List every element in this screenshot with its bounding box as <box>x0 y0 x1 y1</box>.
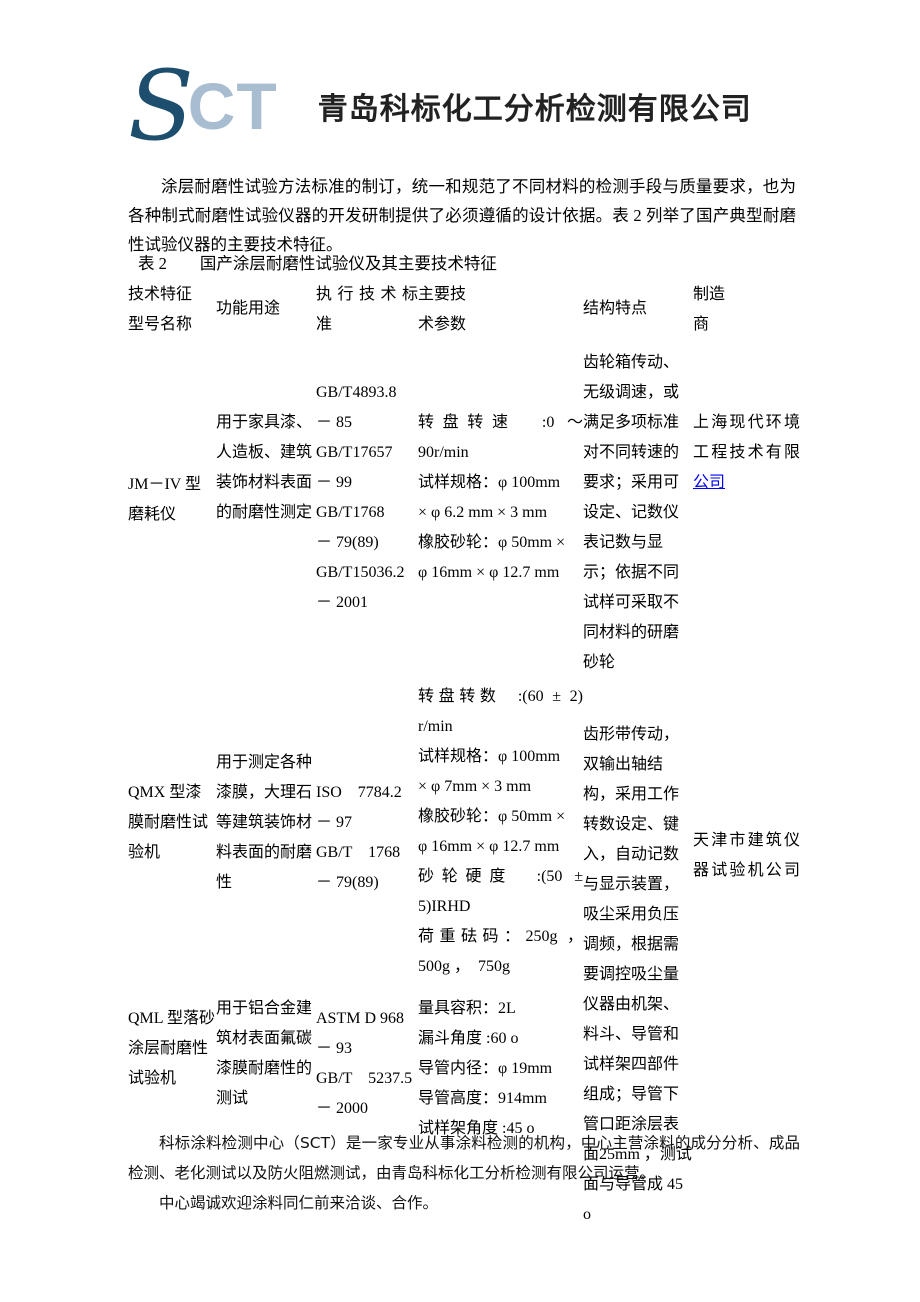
header-cell-params: 主要技 术参数 <box>418 280 583 340</box>
header-cell-feature: 技术特征 型号名称 <box>128 280 216 340</box>
standard-line: － 79(89) <box>316 534 379 551</box>
standard-line: － 79(89) <box>316 874 379 891</box>
model-name-3: QML 型落砂涂层耐磨性试验机 <box>128 1010 215 1087</box>
param-line: φ 16mm × φ 12.7 mm <box>418 564 560 581</box>
standard-line: GB/T15036.2 <box>316 564 405 581</box>
manufacturer-link-1[interactable]: 公司 <box>693 474 725 491</box>
manufacturer-text-2: 天津市建筑仪器试验机公司 <box>693 832 800 879</box>
company-logo-header: SCT 青岛科标化工分析检测有限公司 <box>128 52 800 160</box>
standard-line: GB/T 5237.5 <box>316 1070 413 1087</box>
header-feature-line1: 技术特征 <box>128 286 193 303</box>
table-row: QMX 型漆膜耐磨性试验机 用于测定各种漆膜，大理石等建筑装饰材料表面的耐磨性 … <box>128 678 800 990</box>
structure-text-2: 齿形带传动，双输出轴结构，采用工作转数设定、键入，自动记数与显示装置，吸尘采用负… <box>583 726 680 983</box>
standard-line: － 99 <box>316 474 353 491</box>
header-cell-usage: 功能用途 <box>216 280 316 340</box>
spec-table-wrapper: 技术特征 型号名称 功能用途 执行技术标 准 主要技 术参数 结构特点 制造 商… <box>128 280 800 1230</box>
intro-paragraph: 涂层耐磨性试验方法标准的制订，统一和规范了不同材料的检测手段与质量要求，也为各种… <box>128 177 796 254</box>
cell-params: 转盘转数 :(60 ± 2) r/min 试样规格：φ 100mm × φ 7m… <box>418 678 583 990</box>
table-header-row: 技术特征 型号名称 功能用途 执行技术标 准 主要技 术参数 结构特点 制造 商 <box>128 280 800 340</box>
cell-standards: GB/T4893.8 － 85 GB/T17657 － 99 GB/T1768 … <box>316 340 418 678</box>
param-line: 5)IRHD <box>418 898 471 915</box>
standard-line: GB/T4893.8 <box>316 384 397 401</box>
structure-text-1: 齿轮箱传动、无级调速，或满足多项标准对不同转速的要求；采用可设定、记数仪表记数与… <box>583 354 680 671</box>
param-line: 90r/min <box>418 444 469 461</box>
cell-params: 转盘转速 :0 ～ 90r/min 试样规格：φ 100mm × φ 6.2 m… <box>418 340 583 678</box>
param-line: 荷重砝码：250g ， <box>418 928 583 945</box>
logo-letter-s: S <box>128 50 194 162</box>
header-usage-label: 功能用途 <box>216 300 281 317</box>
cell-manufacturer: 天津市建筑仪器试验机公司 <box>693 678 800 990</box>
cell-structure: 齿轮箱传动、无级调速，或满足多项标准对不同转速的要求；采用可设定、记数仪表记数与… <box>583 340 693 678</box>
param-line: 砂轮硬度 :(50 ± <box>418 868 583 885</box>
header-cell-standard: 执行技术标 准 <box>316 280 418 340</box>
header-manufacturer-line1: 制造 <box>693 286 726 303</box>
param-line: 转盘转速 :0 ～ <box>418 414 583 431</box>
standard-line: GB/T17657 <box>316 444 393 461</box>
standard-line: GB/T 1768 <box>316 844 401 861</box>
param-line: 转盘转数 :(60 ± 2) <box>418 688 583 705</box>
usage-text-3: 用于铝合金建筑材表面氟碳漆膜耐磨性的测试 <box>216 1000 313 1107</box>
standard-line: － 85 <box>316 414 353 431</box>
header-standard-line2: 准 <box>316 316 333 333</box>
cell-standards: ISO 7784.2 － 97 GB/T 1768 － 79(89) <box>316 678 418 990</box>
manufacturer-text-1: 上海现代环境工程技术有限 <box>693 414 800 461</box>
footer-paragraph-1: 科标涂料检测中心（SCT）是一家专业从事涂料检测的机构，中心主营涂料的成分分析、… <box>128 1134 800 1182</box>
standard-line: ASTM D 968 <box>316 1010 405 1027</box>
document-page: SCT 青岛科标化工分析检测有限公司 涂层耐磨性试验方法标准的制订，统一和规范了… <box>0 0 920 1302</box>
model-name-1: JM－IV 型磨耗仪 <box>128 476 202 523</box>
footer-paragraph-2: 中心竭诚欢迎涂料同仁前来洽谈、合作。 <box>159 1194 439 1212</box>
param-line: 导管高度：914mm <box>418 1090 547 1107</box>
header-manufacturer-line2: 商 <box>693 316 710 333</box>
standard-line: － 2001 <box>316 594 369 611</box>
footer-block: 科标涂料检测中心（SCT）是一家专业从事涂料检测的机构，中心主营涂料的成分分析、… <box>128 1128 800 1218</box>
param-line: × φ 7mm × 3 mm <box>418 778 532 795</box>
param-line: 漏斗角度 :60 o <box>418 1030 519 1047</box>
cell-manufacturer: 上海现代环境工程技术有限 公司 <box>693 340 800 678</box>
standard-line: ISO 7784.2 <box>316 784 402 801</box>
header-cell-manufacturer: 制造 商 <box>693 280 800 340</box>
param-line: 导管内径：φ 19mm <box>418 1060 553 1077</box>
spec-table: 技术特征 型号名称 功能用途 执行技术标 准 主要技 术参数 结构特点 制造 商… <box>128 280 800 1230</box>
sct-logo-mark: SCT <box>128 58 278 154</box>
param-line: 橡胶砂轮：φ 50mm × <box>418 808 566 825</box>
table-row: JM－IV 型磨耗仪 用于家具漆、人造板、建筑装饰材料表面的耐磨性测定 GB/T… <box>128 340 800 678</box>
cell-model: QMX 型漆膜耐磨性试验机 <box>128 678 216 990</box>
model-name-2: QMX 型漆膜耐磨性试验机 <box>128 784 209 861</box>
header-cell-structure: 结构特点 <box>583 280 693 340</box>
standard-line: － 2000 <box>316 1100 369 1117</box>
header-standard-line1: 执行技术标 <box>316 286 418 303</box>
logo-letters-ct: CT <box>187 69 278 143</box>
param-line: 橡胶砂轮：φ 50mm × <box>418 534 566 551</box>
standard-line: － 93 <box>316 1040 353 1057</box>
cell-model: JM－IV 型磨耗仪 <box>128 340 216 678</box>
table-caption: 表 2 国产涂层耐磨性试验仪及其主要技术特征 <box>138 254 497 273</box>
param-line: × φ 6.2 mm × 3 mm <box>418 504 548 521</box>
param-line: 500g ， 750g <box>418 958 511 975</box>
usage-text-2: 用于测定各种漆膜，大理石等建筑装饰材料表面的耐磨性 <box>216 754 313 891</box>
cell-usage: 用于家具漆、人造板、建筑装饰材料表面的耐磨性测定 <box>216 340 316 678</box>
param-line: r/min <box>418 718 453 735</box>
param-line: 试样规格：φ 100mm <box>418 748 561 765</box>
param-line: 量具容积：2L <box>418 1000 516 1017</box>
usage-text-1: 用于家具漆、人造板、建筑装饰材料表面的耐磨性测定 <box>216 414 313 521</box>
standard-line: GB/T1768 <box>316 504 385 521</box>
company-name-chinese: 青岛科标化工分析检测有限公司 <box>317 92 752 127</box>
header-feature-line2: 型号名称 <box>128 316 193 333</box>
header-structure-label: 结构特点 <box>583 300 648 317</box>
standard-line: － 97 <box>316 814 353 831</box>
header-params-line1: 主要技 <box>418 286 467 303</box>
param-line: φ 16mm × φ 12.7 mm <box>418 838 560 855</box>
param-line: 试样规格：φ 100mm <box>418 474 561 491</box>
cell-usage: 用于测定各种漆膜，大理石等建筑装饰材料表面的耐磨性 <box>216 678 316 990</box>
cell-structure: 齿形带传动，双输出轴结构，采用工作转数设定、键入，自动记数与显示装置，吸尘采用负… <box>583 678 693 990</box>
header-params-line2: 术参数 <box>418 316 467 333</box>
